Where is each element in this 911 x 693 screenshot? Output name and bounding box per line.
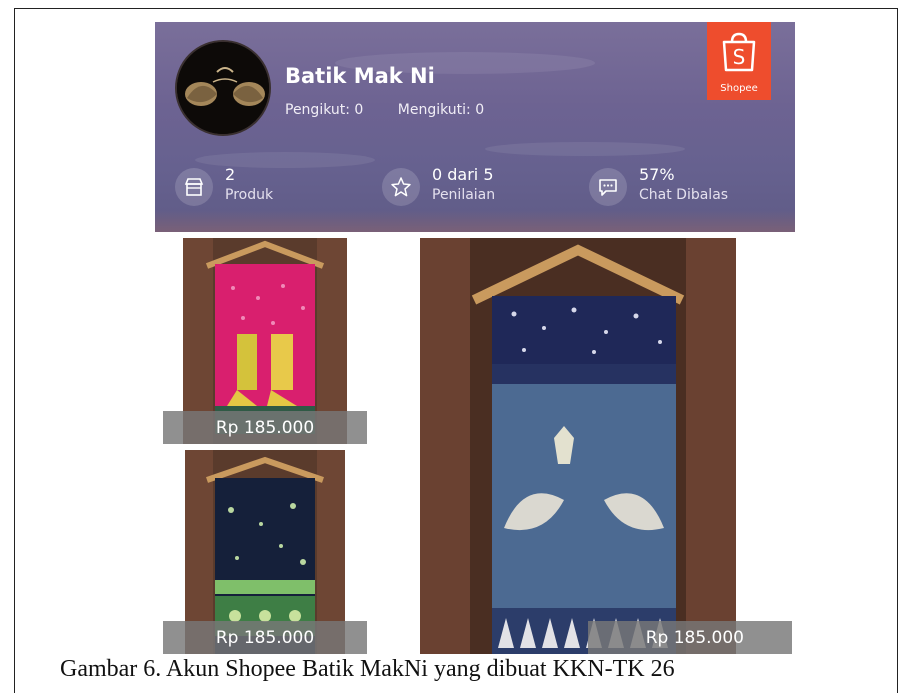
shop-logo-art — [177, 42, 269, 134]
stat-products[interactable]: 2 Produk — [175, 165, 335, 209]
shopee-logo: S Shopee — [707, 22, 771, 100]
shopee-logo-text: Shopee — [720, 83, 758, 94]
stat-value: 0 dari 5 — [432, 165, 494, 184]
store-icon — [175, 168, 213, 206]
shopee-bag-icon: S — [722, 32, 756, 72]
product-card[interactable]: Rp 185.000 — [163, 238, 367, 444]
horizon — [155, 210, 795, 232]
follow-counts: Pengikut: 0 Mengikuti: 0 — [285, 102, 484, 118]
shop-name[interactable]: Batik Mak Ni — [285, 64, 435, 88]
stat-rating[interactable]: 0 dari 5 Penilaian — [382, 165, 562, 209]
price-label: Rp 185.000 — [588, 621, 792, 654]
figure-caption: Gambar 6. Akun Shopee Batik MakNi yang d… — [60, 656, 675, 682]
product-card[interactable]: Rp 185.000 — [163, 450, 367, 654]
price-label: Rp 185.000 — [163, 621, 367, 654]
product-image — [420, 238, 736, 654]
stat-label: Penilaian — [432, 187, 496, 203]
stat-value: 2 — [225, 165, 236, 184]
followers-count[interactable]: Pengikut: 0 — [285, 102, 363, 118]
following-count[interactable]: Mengikuti: 0 — [398, 102, 484, 118]
chat-icon — [589, 168, 627, 206]
stat-chat[interactable]: 57% Chat Dibalas — [589, 165, 779, 209]
price-label: Rp 185.000 — [163, 411, 367, 444]
svg-text:S: S — [733, 45, 746, 69]
shop-header: Batik Mak Ni Pengikut: 0 Mengikuti: 0 S … — [155, 22, 795, 232]
shop-avatar[interactable] — [175, 40, 271, 136]
star-icon — [382, 168, 420, 206]
cloud — [485, 142, 685, 156]
product-card[interactable]: Rp 185.000 — [374, 238, 792, 654]
stat-label: Produk — [225, 187, 274, 203]
stat-value: 57% — [639, 165, 675, 184]
stat-label: Chat Dibalas — [639, 187, 729, 203]
